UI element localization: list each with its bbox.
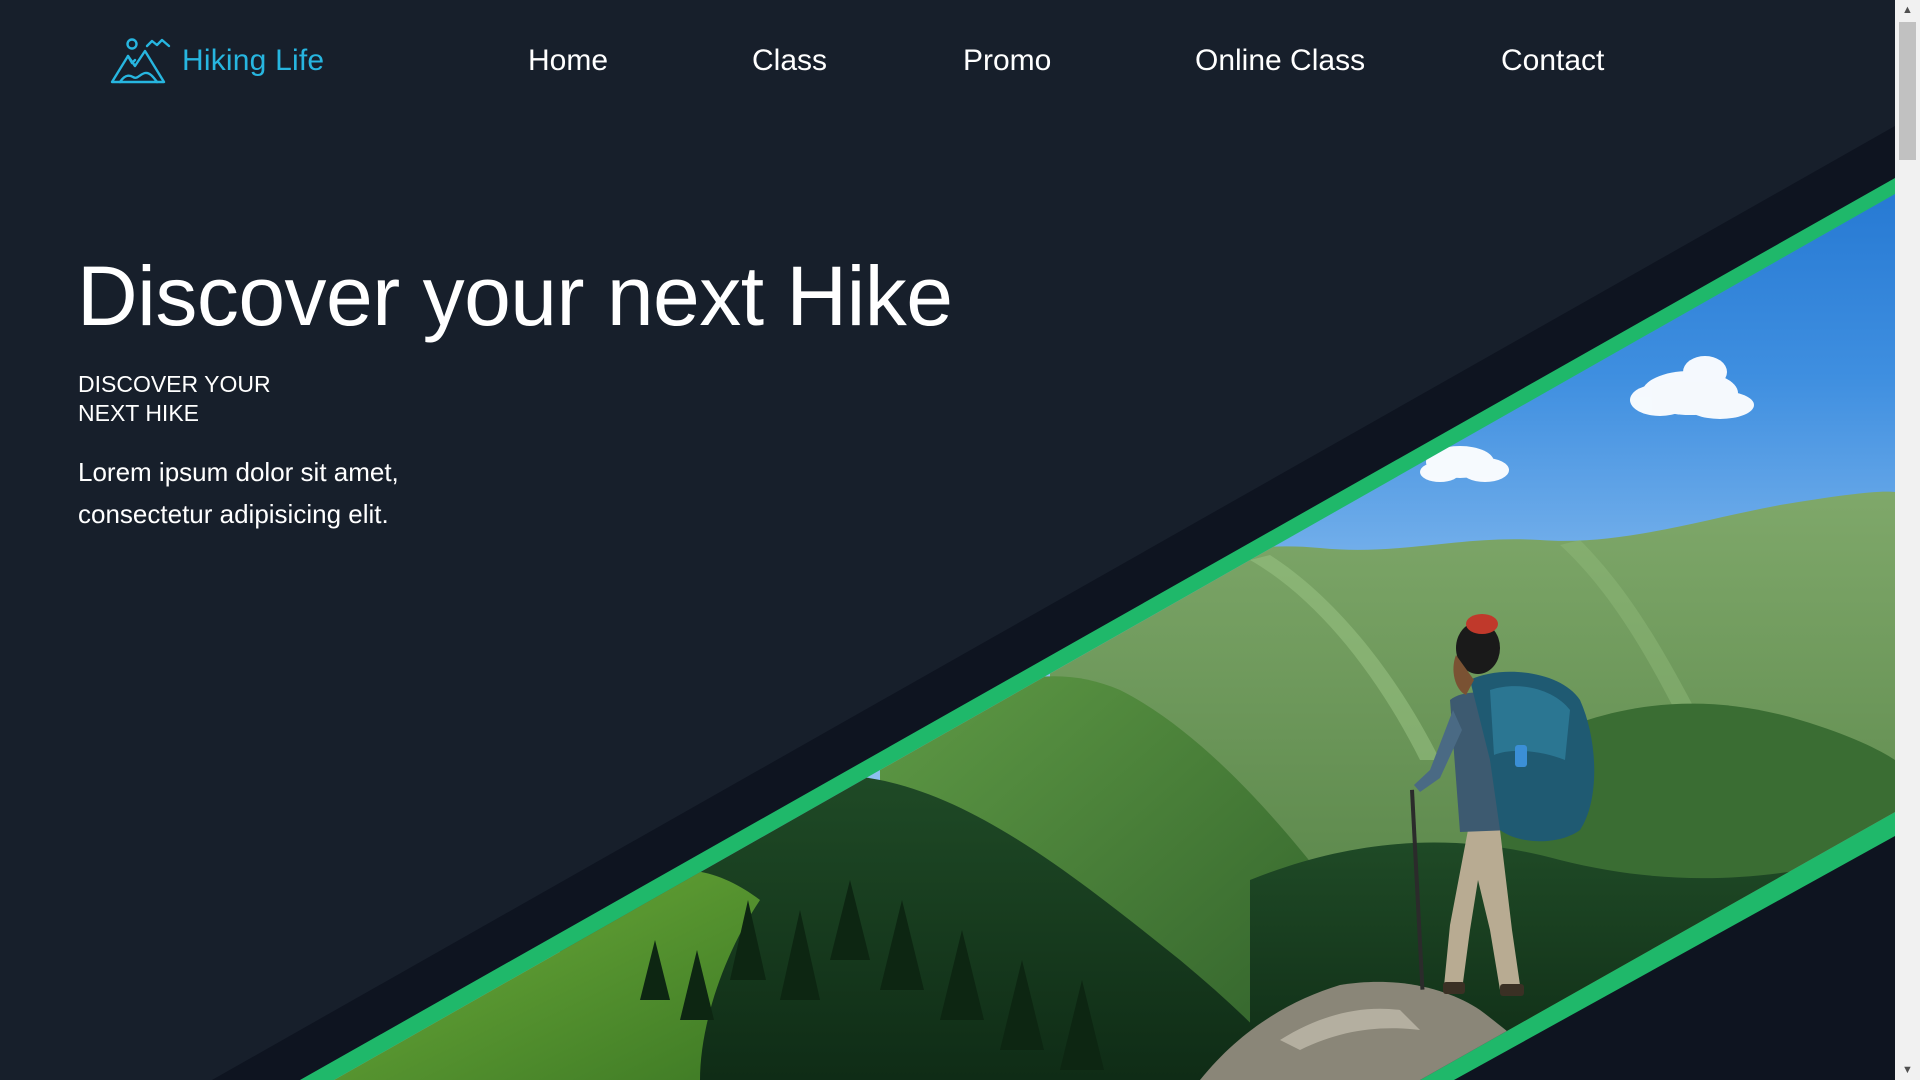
site-header: Hiking Life Home Class Promo Online Clas… (0, 0, 1895, 130)
hero-subtitle: DISCOVER YOUR NEXT HIKE (78, 371, 271, 426)
scroll-up-arrow-icon[interactable]: ▲ (1895, 0, 1920, 20)
hero-mountain-photo (212, 126, 1895, 1080)
landing-page: Hiking Life Home Class Promo Online Clas… (0, 0, 1920, 1080)
nav-item-contact[interactable]: Contact (1501, 44, 1604, 78)
hero-title: Discover your next Hike (77, 249, 953, 343)
nav-item-promo[interactable]: Promo (963, 44, 1051, 78)
nav-item-online-class[interactable]: Online Class (1195, 44, 1365, 78)
main-nav: Home Class Promo Online Class Contact (0, 44, 1895, 84)
hero-description: Lorem ipsum dolor sit amet, consectetur … (78, 457, 399, 529)
nav-item-class[interactable]: Class (752, 44, 827, 78)
scrollbar-thumb[interactable] (1899, 22, 1916, 160)
nav-item-home[interactable]: Home (528, 44, 608, 78)
page-scrollbar[interactable]: ▲ ▼ (1895, 0, 1920, 1080)
scroll-down-arrow-icon[interactable]: ▼ (1895, 1060, 1920, 1080)
